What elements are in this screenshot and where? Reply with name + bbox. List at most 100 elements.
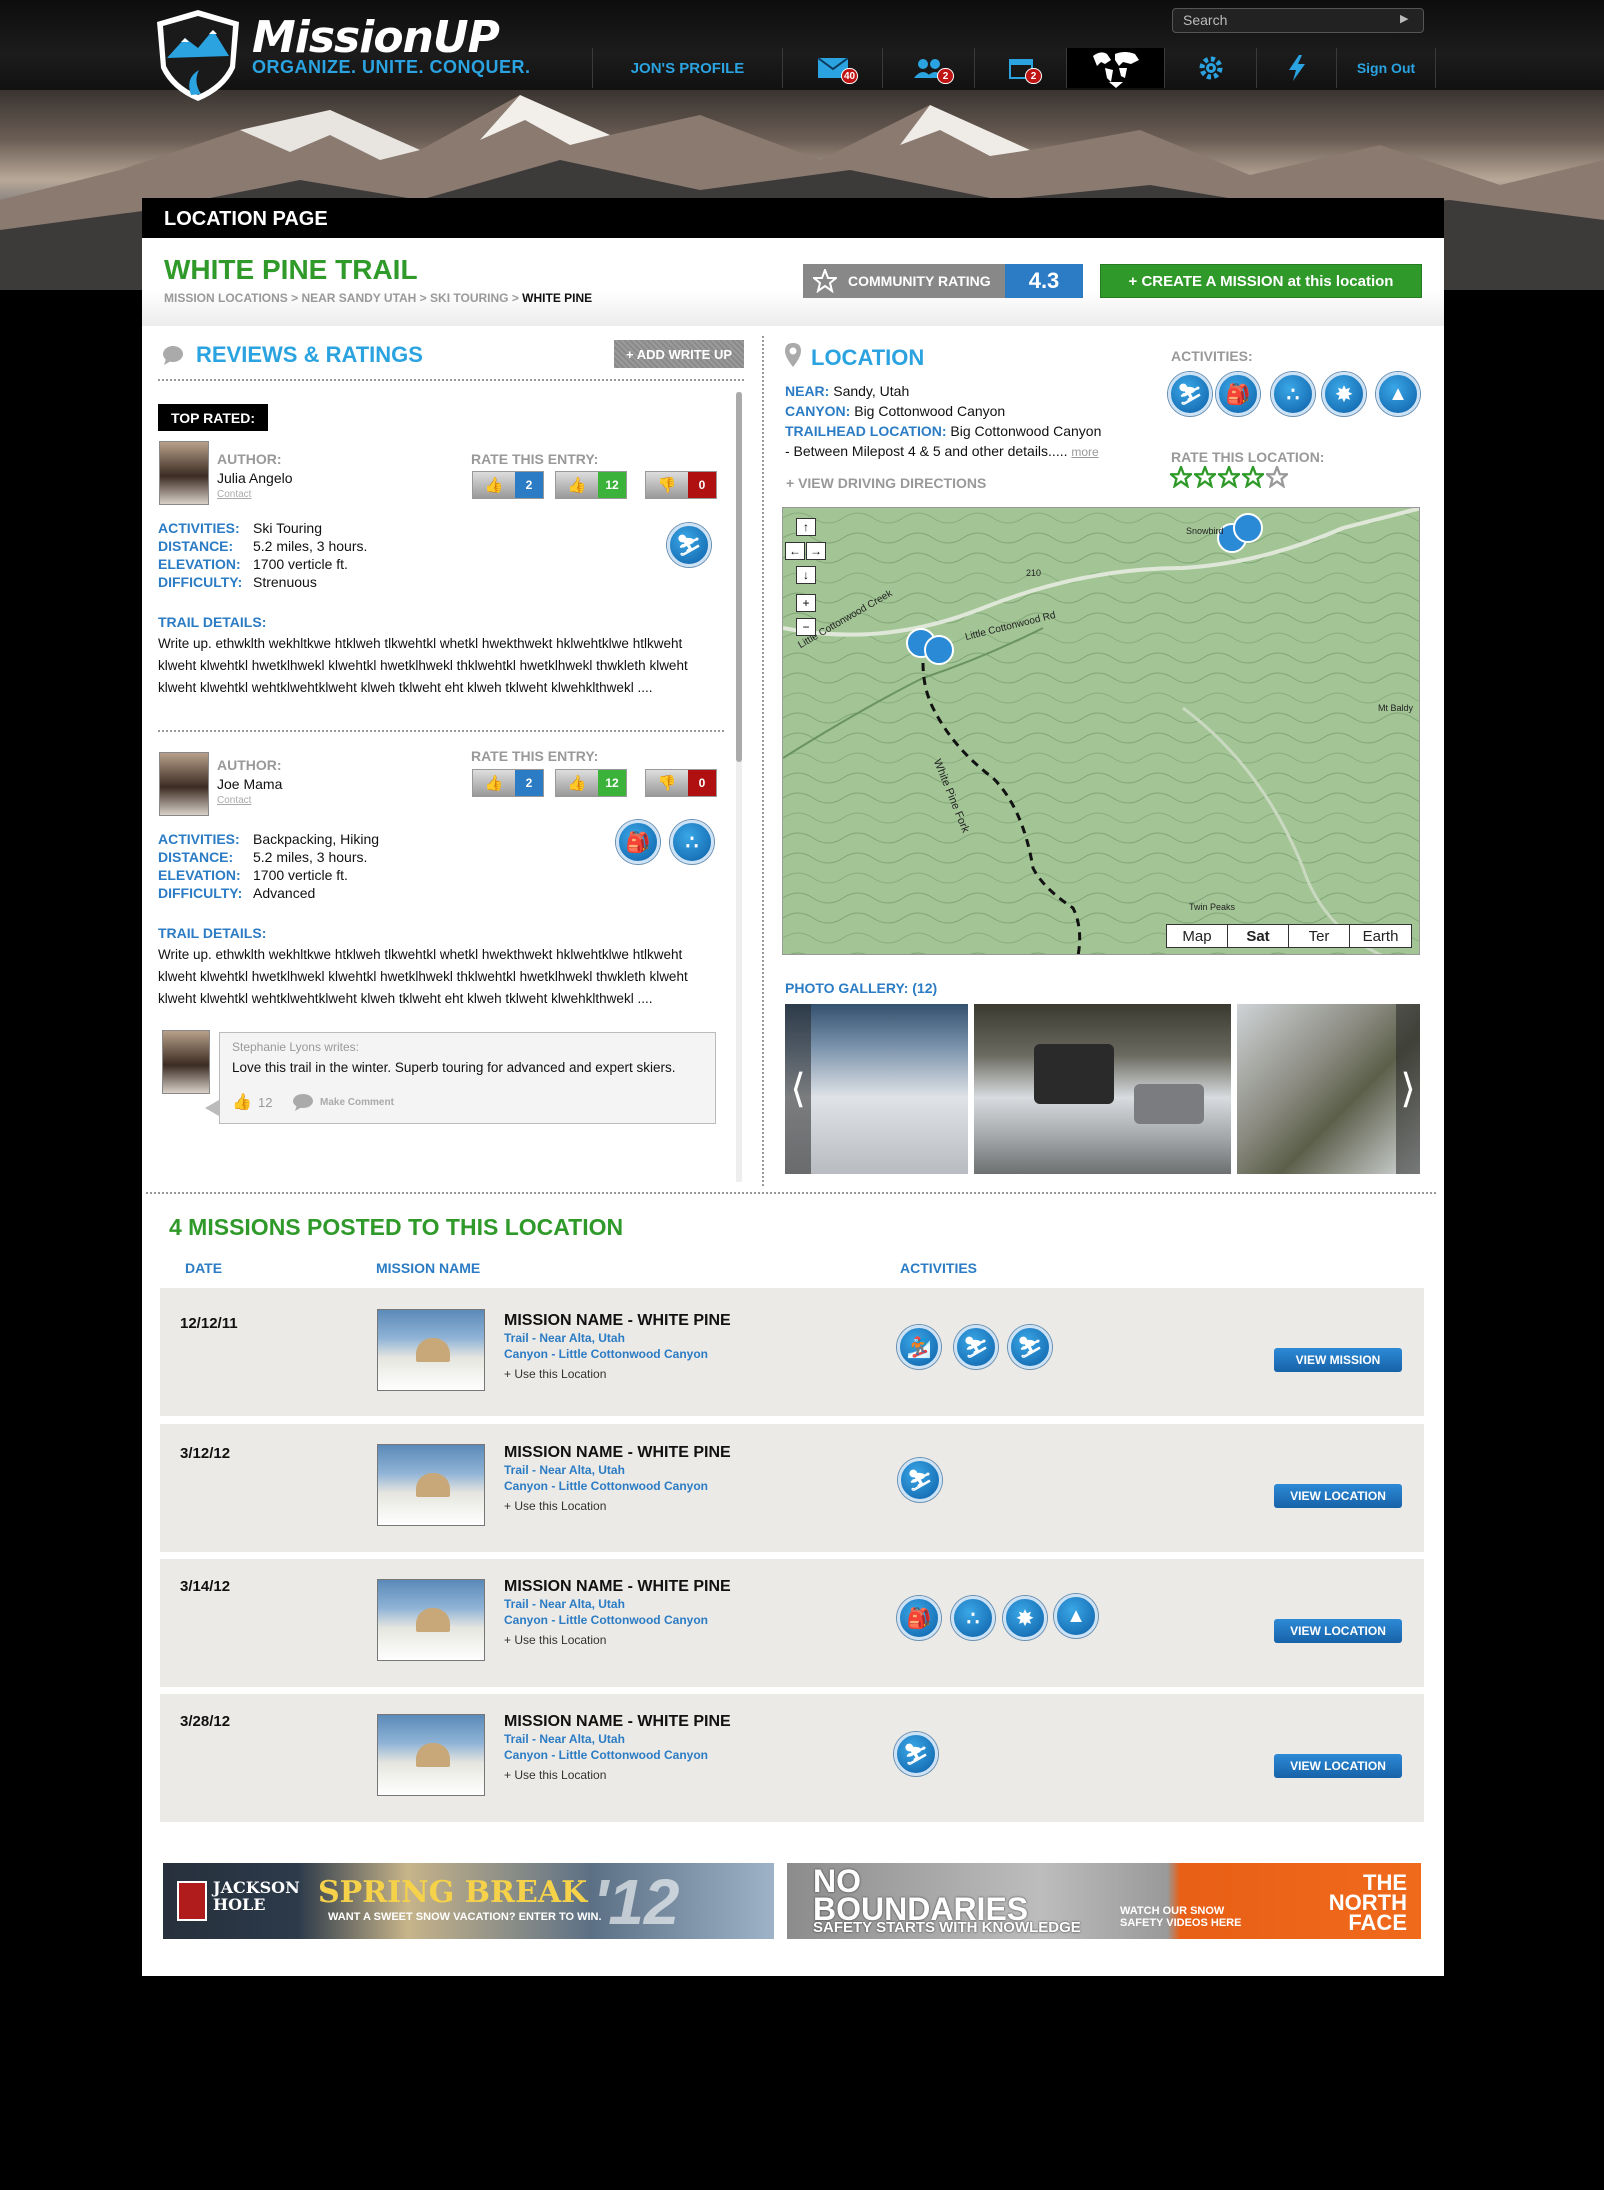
location-star-rating[interactable] [1170, 466, 1288, 488]
breadcrumb-path[interactable]: MISSION LOCATIONS > NEAR SANDY UTAH > SK… [164, 291, 522, 305]
comment-bubble-icon[interactable] [292, 1093, 314, 1111]
mission-thumbnail[interactable] [377, 1714, 485, 1796]
zoom-in-button[interactable]: + [796, 594, 816, 612]
sign-out-link[interactable]: Sign Out [1336, 48, 1436, 88]
nav-activity[interactable] [1256, 48, 1336, 88]
breadcrumb[interactable]: MISSION LOCATIONS > NEAR SANDY UTAH > SK… [164, 291, 592, 305]
reviews-scrollbar[interactable] [736, 392, 742, 1182]
thumbs-down-button[interactable]: 👎 0 [645, 471, 717, 499]
view-location-button[interactable]: VIEW LOCATION [1274, 1754, 1402, 1778]
use-location-link[interactable]: + Use this Location [504, 1633, 606, 1647]
create-mission-button[interactable]: + CREATE A MISSION at this location [1100, 264, 1422, 298]
jackson-hole-ad-banner[interactable]: JACKSON HOLE SPRING BREAK WANT A SWEET S… [163, 1863, 774, 1939]
snowboarding-icon[interactable]: 🏂 [897, 1325, 941, 1369]
climbing-rope-icon[interactable]: ✸ [1003, 1596, 1047, 1640]
gallery-photo[interactable] [974, 1004, 1231, 1174]
camping-tent-icon[interactable]: ▲ [1376, 372, 1420, 416]
zoom-out-button[interactable]: − [796, 618, 816, 636]
contact-link[interactable]: Contact [217, 795, 251, 806]
mission-trail[interactable]: Trail - Near Alta, Utah [504, 1732, 625, 1746]
map-type-sat[interactable]: Sat [1228, 925, 1289, 947]
star-filled-icon[interactable] [1194, 466, 1216, 488]
make-comment-link[interactable]: Make Comment [320, 1097, 394, 1108]
author-name[interactable]: Joe Mama [217, 776, 282, 792]
comment-like-icon[interactable]: 👍 [232, 1092, 252, 1112]
mission-canyon[interactable]: Canyon - Little Cottonwood Canyon [504, 1347, 708, 1361]
pan-left-button[interactable]: ← [785, 542, 805, 560]
use-location-link[interactable]: + Use this Location [504, 1768, 606, 1782]
trail-map[interactable] [782, 507, 1420, 955]
ski-touring-icon[interactable]: ⛷ [1168, 372, 1212, 416]
scrollbar-thumb[interactable] [736, 392, 742, 762]
nav-calendar[interactable]: 2 [974, 48, 1066, 88]
thumbs-up-button[interactable]: 👍 2 [472, 471, 544, 499]
gallery-photo[interactable] [785, 1004, 968, 1174]
mission-trail[interactable]: Trail - Near Alta, Utah [504, 1597, 625, 1611]
add-writeup-button[interactable]: + ADD WRITE UP [614, 340, 744, 368]
north-face-ad-banner[interactable]: NO BOUNDARIES SAFETY STARTS WITH KNOWLED… [787, 1863, 1421, 1939]
contact-link[interactable]: Contact [217, 489, 251, 500]
ski-touring-icon[interactable]: ⛷ [667, 523, 711, 567]
camping-tent-icon[interactable]: ▲ [1054, 1594, 1098, 1638]
avatar[interactable] [159, 441, 209, 505]
nav-friends[interactable]: 2 [882, 48, 974, 88]
star-filled-icon[interactable] [1218, 466, 1240, 488]
star-filled-icon[interactable] [1170, 466, 1192, 488]
avatar[interactable] [159, 752, 209, 816]
gallery-next-arrow-icon[interactable]: ⟩ [1396, 1004, 1420, 1174]
mission-name[interactable]: MISSION NAME - WHITE PINE [504, 1312, 731, 1330]
mission-thumbnail[interactable] [377, 1444, 485, 1526]
hiking-footprints-icon[interactable]: ∴ [1271, 372, 1315, 416]
star-empty-icon[interactable] [1266, 466, 1288, 488]
ski-touring-icon[interactable]: ⛷ [894, 1732, 938, 1776]
star-filled-icon[interactable] [1242, 466, 1264, 488]
nav-profile[interactable]: JON'S PROFILE [592, 48, 782, 88]
pan-up-button[interactable]: ↑ [796, 518, 816, 536]
hiking-footprints-icon[interactable]: ∴ [670, 820, 714, 864]
author-name[interactable]: Julia Angelo [217, 470, 293, 486]
nav-messages[interactable]: 40 [782, 48, 882, 88]
use-location-link[interactable]: + Use this Location [504, 1499, 606, 1513]
thumbs-up-button[interactable]: 👍 2 [472, 769, 544, 797]
view-mission-button[interactable]: VIEW MISSION [1274, 1348, 1402, 1372]
view-location-button[interactable]: VIEW LOCATION [1274, 1619, 1402, 1643]
mission-name[interactable]: MISSION NAME - WHITE PINE [504, 1578, 731, 1596]
mission-canyon[interactable]: Canyon - Little Cottonwood Canyon [504, 1479, 708, 1493]
driving-directions-link[interactable]: + VIEW DRIVING DIRECTIONS [786, 475, 986, 491]
mission-name[interactable]: MISSION NAME - WHITE PINE [504, 1444, 731, 1462]
view-location-button[interactable]: VIEW LOCATION [1274, 1484, 1402, 1508]
nav-settings[interactable] [1164, 48, 1256, 88]
missionup-shield-logo[interactable] [155, 8, 241, 103]
ski-touring-icon[interactable]: ⛷ [954, 1325, 998, 1369]
gallery-photo[interactable] [1237, 1004, 1420, 1174]
use-location-link[interactable]: + Use this Location [504, 1367, 606, 1381]
avatar[interactable] [162, 1030, 210, 1094]
pan-right-button[interactable]: → [806, 542, 826, 560]
climbing-rope-icon[interactable]: ✸ [1322, 372, 1366, 416]
thumbs-down-button[interactable]: 👎 0 [645, 769, 717, 797]
double-thumbs-up-button[interactable]: 👍 12 [555, 471, 627, 499]
mission-canyon[interactable]: Canyon - Little Cottonwood Canyon [504, 1748, 708, 1762]
backpacking-icon[interactable]: 🎒 [1216, 372, 1260, 416]
double-thumbs-up-button[interactable]: 👍 12 [555, 769, 627, 797]
more-link[interactable]: more [1071, 445, 1098, 459]
gallery-prev-arrow-icon[interactable]: ⟨ [785, 1004, 811, 1174]
mission-canyon[interactable]: Canyon - Little Cottonwood Canyon [504, 1613, 708, 1627]
backpacking-icon[interactable]: 🎒 [616, 820, 660, 864]
mission-trail[interactable]: Trail - Near Alta, Utah [504, 1331, 625, 1345]
map-type-ter[interactable]: Ter [1289, 925, 1350, 947]
nav-map[interactable] [1066, 48, 1164, 88]
map-type-earth[interactable]: Earth [1350, 925, 1411, 947]
map-type-map[interactable]: Map [1167, 925, 1228, 947]
mission-trail[interactable]: Trail - Near Alta, Utah [504, 1463, 625, 1477]
mission-thumbnail[interactable] [377, 1309, 485, 1391]
search-input[interactable]: Search [1172, 8, 1424, 33]
mission-thumbnail[interactable] [377, 1579, 485, 1661]
pan-down-button[interactable]: ↓ [796, 566, 816, 584]
search-go-icon[interactable]: ▶ [1400, 12, 1414, 26]
freestyle-skiing-icon[interactable]: ⛷ [1008, 1325, 1052, 1369]
backpacking-icon[interactable]: 🎒 [897, 1596, 941, 1640]
mission-name[interactable]: MISSION NAME - WHITE PINE [504, 1713, 731, 1731]
ski-touring-icon[interactable]: ⛷ [898, 1458, 942, 1502]
hiking-footprints-icon[interactable]: ∴ [951, 1596, 995, 1640]
